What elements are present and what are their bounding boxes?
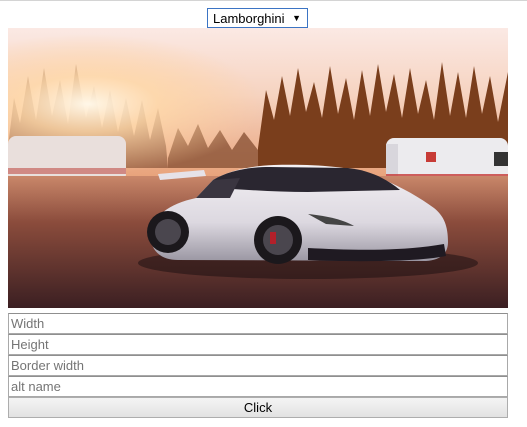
alt-name-input[interactable] [8,376,508,397]
car-select[interactable]: Lamborghini ▼ [207,8,308,28]
car-select-value: Lamborghini [213,10,285,26]
car-image [8,28,508,308]
width-input[interactable] [8,313,508,334]
height-input[interactable] [8,334,508,355]
top-divider [0,0,527,1]
triangle-down-icon[interactable]: ▼ [292,12,301,24]
border-width-input[interactable] [8,355,508,376]
click-button[interactable]: Click [8,397,508,418]
